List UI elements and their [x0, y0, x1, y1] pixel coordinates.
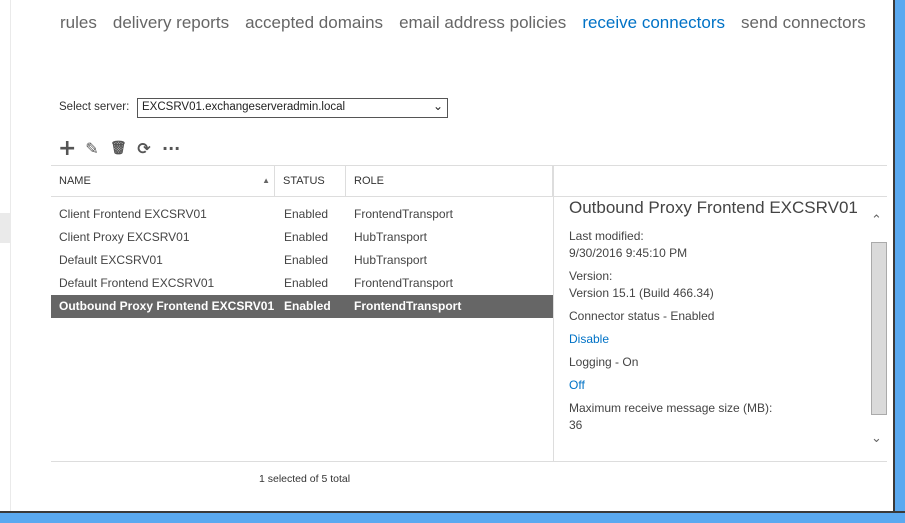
table-row[interactable]: Default Frontend EXCSRV01 Enabled Fronte…	[51, 272, 553, 295]
last-modified-label: Last modified:	[569, 229, 644, 243]
tab-accepted-domains[interactable]: accepted domains	[245, 13, 383, 33]
cell-name: Client Proxy EXCSRV01	[59, 230, 190, 244]
chevron-down-icon: ⌄	[432, 99, 443, 113]
cell-name: Outbound Proxy Frontend EXCSRV01	[59, 299, 275, 313]
table-row[interactable]: Default EXCSRV01 Enabled HubTransport	[51, 249, 553, 272]
window-border-right	[893, 0, 905, 523]
cell-role: FrontendTransport	[354, 299, 462, 313]
left-nav-selected-item[interactable]	[0, 213, 11, 243]
toolbar: + ✎ 🗑 ⟳ ···	[58, 136, 180, 161]
window-border-bottom	[0, 511, 905, 523]
cell-name: Default Frontend EXCSRV01	[59, 276, 215, 290]
server-select-value: EXCSRV01.exchangeserveradmin.local	[142, 101, 346, 113]
tab-email-address-policies[interactable]: email address policies	[399, 13, 566, 33]
column-header-name[interactable]: NAME ▲	[51, 166, 275, 196]
last-modified-value: 9/30/2016 9:45:10 PM	[569, 246, 688, 260]
table-row[interactable]: Client Frontend EXCSRV01 Enabled Fronten…	[51, 203, 553, 226]
feature-tabs: rules delivery reports accepted domains …	[60, 13, 866, 33]
grid-header: NAME ▲ STATUS ROLE	[51, 166, 553, 197]
left-nav-edge	[0, 0, 11, 512]
sort-ascending-icon: ▲	[262, 176, 270, 185]
cell-status: Enabled	[284, 253, 329, 267]
cell-role: HubTransport	[354, 230, 427, 244]
cell-status: Enabled	[284, 276, 329, 290]
cell-status: Enabled	[284, 230, 329, 244]
cell-name: Default EXCSRV01	[59, 253, 163, 267]
version-value: Version 15.1 (Build 466.34)	[569, 286, 714, 300]
logging-off-link[interactable]: Off	[569, 377, 869, 394]
logging-status: Logging - On	[569, 355, 639, 369]
scroll-down-icon[interactable]: ⌄	[871, 430, 882, 446]
cell-status: Enabled	[284, 207, 329, 221]
detail-header	[553, 166, 887, 197]
table-row-selected[interactable]: Outbound Proxy Frontend EXCSRV01 Enabled…	[51, 295, 553, 318]
max-size-value: 36	[569, 418, 583, 432]
cell-role: FrontendTransport	[354, 207, 453, 221]
connector-status: Connector status - Enabled	[569, 309, 715, 323]
tab-rules[interactable]: rules	[60, 13, 97, 33]
cell-status: Enabled	[284, 299, 331, 313]
details-pane: Outbound Proxy Frontend EXCSRV01 Last mo…	[569, 196, 869, 434]
tab-receive-connectors[interactable]: receive connectors	[582, 13, 725, 33]
max-size-label: Maximum receive message size (MB):	[569, 401, 773, 415]
refresh-icon[interactable]: ⟳	[136, 139, 152, 158]
table-row[interactable]: Client Proxy EXCSRV01 Enabled HubTranspo…	[51, 226, 553, 249]
version-label: Version:	[569, 269, 613, 283]
server-select[interactable]: EXCSRV01.exchangeserveradmin.local ⌄	[137, 98, 448, 118]
delete-icon[interactable]: 🗑	[110, 141, 127, 156]
connectors-grid: NAME ▲ STATUS ROLE Client Frontend EXCSRV…	[51, 165, 887, 462]
scrollbar-thumb[interactable]	[871, 242, 887, 415]
column-header-status[interactable]: STATUS	[275, 166, 346, 196]
selection-count: 1 selected of 5 total	[259, 473, 351, 485]
edit-icon[interactable]: ✎	[84, 139, 100, 158]
cell-name: Client Frontend EXCSRV01	[59, 207, 207, 221]
tab-delivery-reports[interactable]: delivery reports	[113, 13, 229, 33]
pane-divider	[553, 166, 554, 462]
tab-send-connectors[interactable]: send connectors	[741, 13, 866, 33]
cell-role: HubTransport	[354, 253, 427, 267]
disable-link[interactable]: Disable	[569, 331, 869, 348]
column-header-role[interactable]: ROLE	[346, 166, 553, 196]
scroll-up-icon[interactable]: ⌃	[871, 212, 882, 228]
more-icon[interactable]: ···	[162, 139, 180, 158]
detail-title: Outbound Proxy Frontend EXCSRV01	[569, 198, 858, 217]
add-icon[interactable]: +	[58, 136, 76, 161]
select-server-label: Select server:	[59, 101, 130, 113]
cell-role: FrontendTransport	[354, 276, 453, 290]
